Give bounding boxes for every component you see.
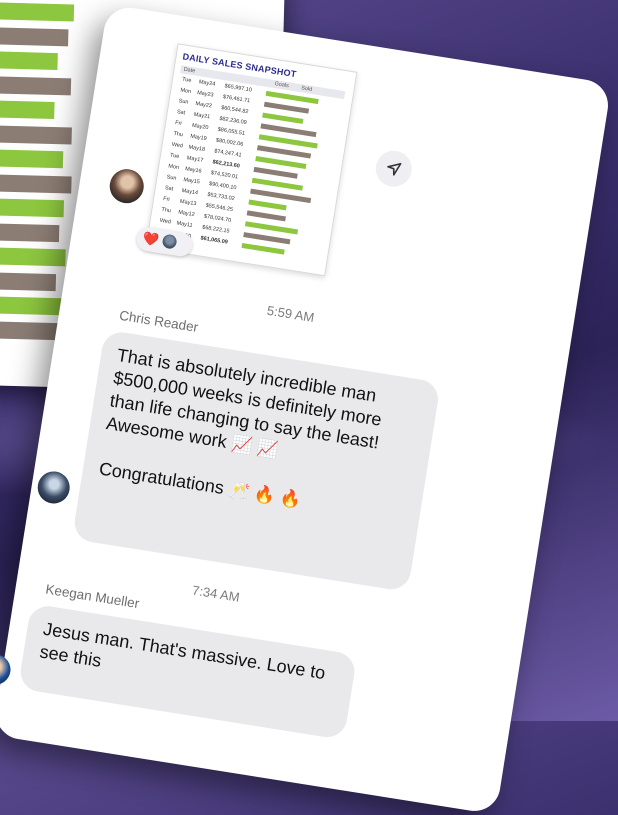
background-bar bbox=[0, 222, 60, 242]
header-goals: Goals bbox=[274, 81, 290, 90]
background-bar bbox=[0, 271, 57, 291]
snapshot-date: May11 bbox=[176, 220, 193, 229]
snapshot-day: Wed bbox=[171, 141, 184, 150]
snapshot-amount: $55,546.25 bbox=[205, 202, 234, 214]
snapshot-date: May24 bbox=[198, 79, 216, 88]
background-bar bbox=[0, 295, 62, 316]
send-icon bbox=[387, 162, 402, 176]
snapshot-amount: $65,997.10 bbox=[224, 83, 253, 94]
snapshot-date: May15 bbox=[182, 176, 201, 186]
snapshot-date: May18 bbox=[188, 144, 206, 153]
reactor-avatar bbox=[161, 233, 178, 250]
background-bar bbox=[0, 50, 58, 71]
timestamp-2: 7:34 AM bbox=[191, 582, 241, 605]
header-sold: Sold bbox=[300, 85, 313, 93]
snapshot-day: Mon bbox=[179, 87, 192, 96]
snapshot-date: May13 bbox=[179, 198, 197, 208]
background-bar bbox=[0, 1, 75, 22]
snapshot-day: Fri bbox=[162, 196, 170, 203]
snapshot-amount: $76,461.71 bbox=[222, 94, 251, 105]
snapshot-amount: $78,024.70 bbox=[203, 213, 232, 224]
snapshot-amount: $53,733.02 bbox=[206, 191, 236, 203]
sender-name-2: Keegan Mueller bbox=[44, 581, 141, 612]
snapshot-day: Mon bbox=[167, 163, 180, 172]
background-bar bbox=[0, 26, 69, 46]
message-bubble-2[interactable]: Jesus man. That's massive. Love to see t… bbox=[17, 603, 358, 740]
avatar-keegan-mueller[interactable] bbox=[0, 652, 13, 687]
background-bar bbox=[0, 320, 58, 340]
snapshot-date: May12 bbox=[177, 209, 196, 219]
snapshot-amount: $61,065.09 bbox=[200, 235, 229, 246]
avatar-attachment-sender[interactable] bbox=[107, 166, 147, 206]
snapshot-date: May20 bbox=[191, 122, 209, 132]
snapshot-date: May19 bbox=[189, 133, 208, 143]
snapshot-date: May22 bbox=[194, 100, 213, 110]
background-bar bbox=[0, 246, 66, 267]
snapshot-day: Wed bbox=[159, 217, 172, 226]
snapshot-day: Sat bbox=[164, 185, 174, 193]
snapshot-amount: $74,247.41 bbox=[213, 148, 242, 159]
chat-thread: DAILY SALES SNAPSHOT Date Goals Sold Tue… bbox=[0, 4, 612, 815]
snapshot-amount: $82,236.09 bbox=[218, 115, 248, 127]
header-date: Date bbox=[183, 66, 196, 75]
message-bubble-1[interactable]: That is absolutely incredible man $500,0… bbox=[71, 329, 441, 593]
avatar-chris-reader[interactable] bbox=[35, 469, 73, 506]
snapshot-day: Sat bbox=[176, 109, 186, 117]
snapshot-amount: $80,002.06 bbox=[215, 137, 244, 148]
background-bar bbox=[0, 75, 72, 95]
message-text-1: That is absolutely incredible man $500,0… bbox=[104, 344, 384, 460]
heart-reaction-icon: ❤️ bbox=[141, 230, 161, 248]
snapshot-amount: $68,222.15 bbox=[201, 224, 230, 235]
snapshot-day: Thu bbox=[160, 206, 172, 215]
snapshot-date: May14 bbox=[181, 187, 199, 197]
background-bar bbox=[0, 197, 65, 218]
chart-increasing-icon: 📈 📈 bbox=[230, 433, 280, 460]
snapshot-date: May21 bbox=[193, 111, 211, 121]
snapshot-day: Fri bbox=[174, 120, 183, 127]
snapshot-amount: $90,400.10 bbox=[208, 181, 237, 192]
background-bar bbox=[0, 173, 72, 193]
sender-name-1: Chris Reader bbox=[118, 307, 200, 335]
snapshot-amount: $62,213.60 bbox=[212, 159, 241, 170]
snapshot-amount: $74,520.01 bbox=[210, 170, 239, 181]
celebration-icons: 🥂 🔥 🔥 bbox=[227, 479, 303, 511]
background-bar bbox=[0, 99, 55, 119]
timestamp-1: 5:59 AM bbox=[265, 302, 316, 326]
background-bar bbox=[0, 148, 64, 169]
snapshot-amount: $60,544.82 bbox=[220, 105, 249, 116]
snapshot-day: Thu bbox=[173, 130, 184, 139]
snapshot-day: Sun bbox=[166, 174, 177, 182]
snapshot-date: May17 bbox=[186, 155, 204, 164]
share-button[interactable] bbox=[373, 148, 415, 190]
snapshot-date: May16 bbox=[184, 166, 202, 175]
background-bar bbox=[0, 124, 72, 144]
message-text-2: Jesus man. That's massive. Love to see t… bbox=[38, 618, 327, 684]
snapshot-amount: $86,055.51 bbox=[217, 126, 246, 137]
snapshot-day: Tue bbox=[181, 76, 192, 84]
snapshot-day: Sun bbox=[178, 98, 189, 106]
snapshot-day: Tue bbox=[169, 152, 180, 160]
snapshot-date: May23 bbox=[196, 90, 214, 99]
